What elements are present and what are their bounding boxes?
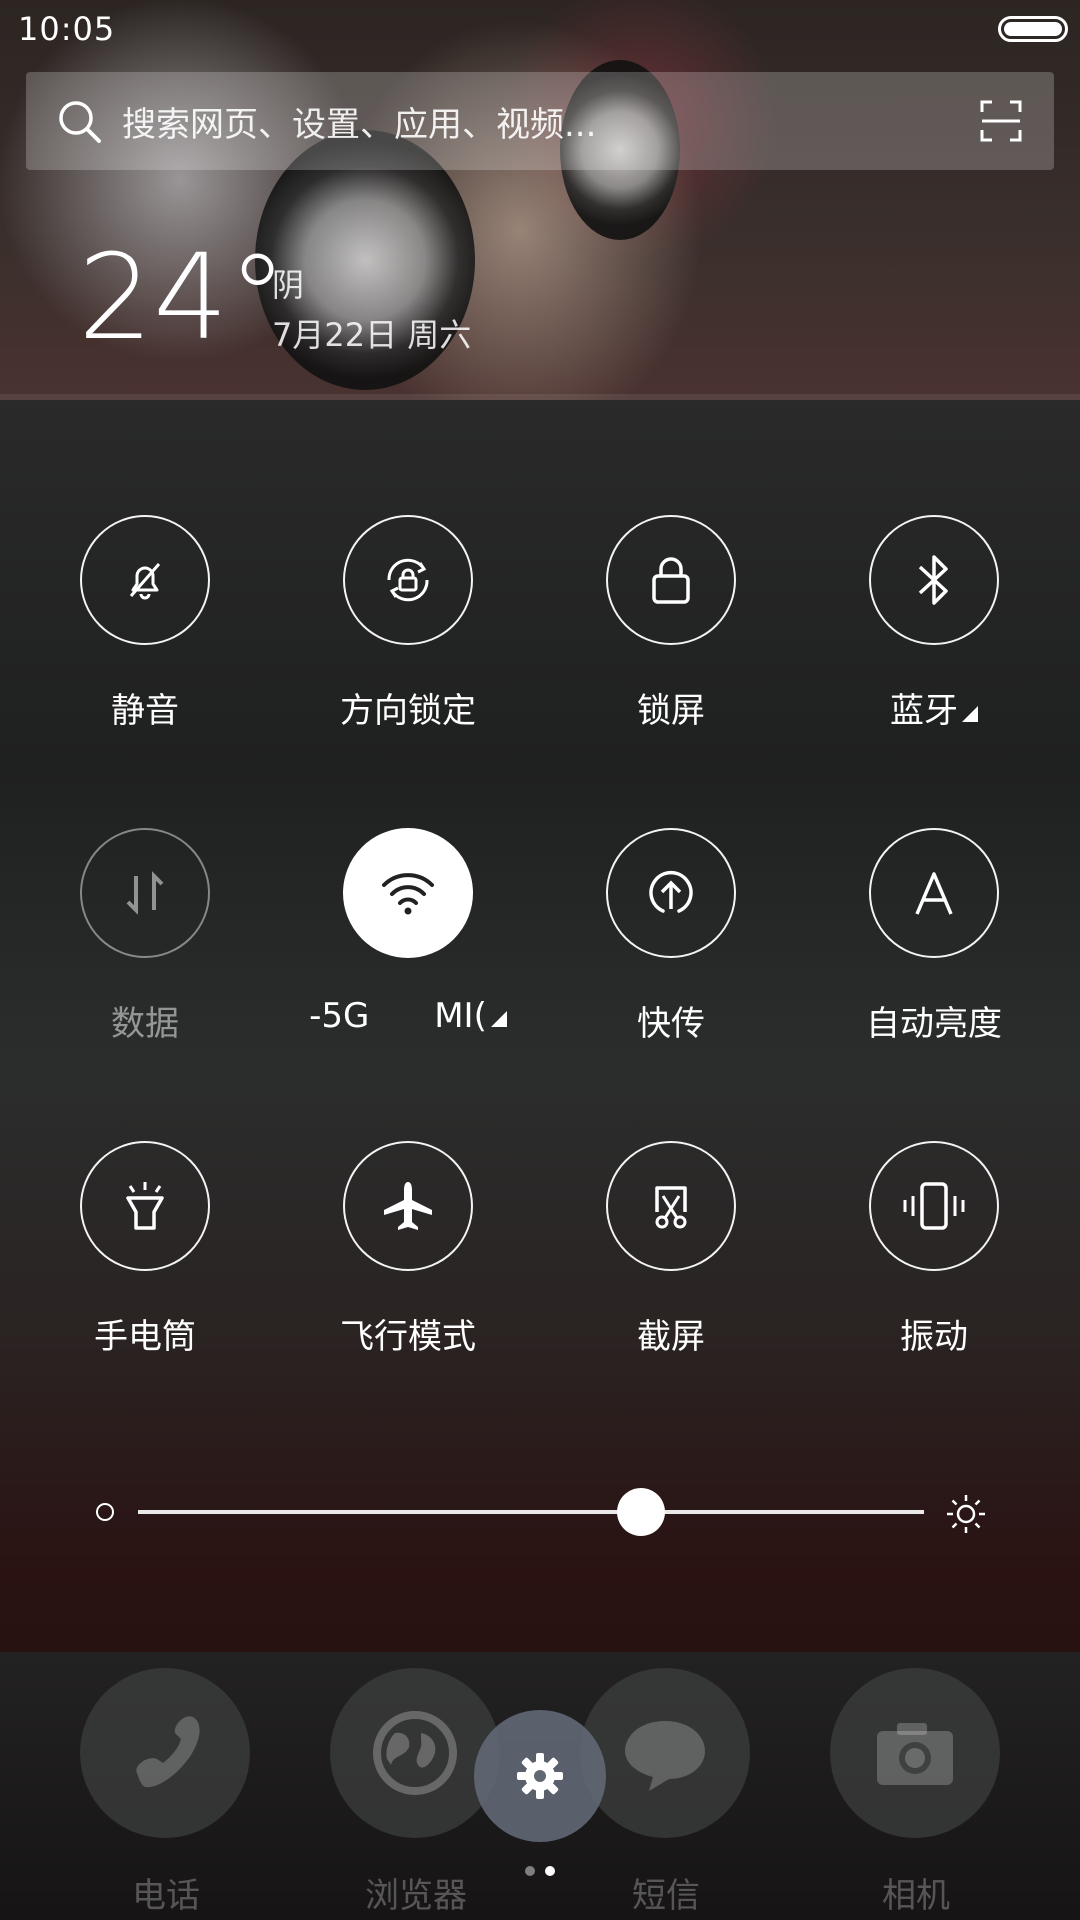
vibrate-icon — [869, 1141, 999, 1271]
toggle-label: 锁屏 — [637, 691, 705, 731]
auto-brightness-icon — [869, 828, 999, 958]
toggle-label: 手电筒 — [94, 1317, 196, 1357]
brightness-high-icon — [947, 1495, 985, 1533]
flashlight-icon — [80, 1141, 210, 1271]
brightness-slider-thumb[interactable] — [617, 1488, 666, 1536]
dock-app-camera[interactable]: 相机 — [816, 1668, 1016, 1916]
toggle-label: 飞行模式 — [340, 1317, 476, 1357]
brightness-low-icon — [96, 1503, 114, 1521]
toggle-airplane-mode[interactable]: 飞行模式 — [303, 1141, 513, 1361]
gear-icon — [517, 1753, 563, 1799]
settings-button[interactable] — [474, 1710, 606, 1842]
dock-app-label: 短信 — [632, 1876, 700, 1916]
dock-app-label: 电话 — [132, 1876, 200, 1916]
search-bar[interactable]: 搜索网页、设置、应用、视频... — [26, 72, 1054, 170]
quick-transfer-icon — [606, 828, 736, 958]
toggle-label: 快传 — [637, 1004, 705, 1044]
dock-app-phone[interactable]: 电话 — [66, 1668, 266, 1916]
message-icon — [580, 1668, 750, 1838]
dock-app-label: 浏览器 — [365, 1876, 467, 1916]
toggle-label: 方向锁定 — [340, 691, 476, 731]
toggle-label: 截屏 — [637, 1317, 705, 1357]
divider — [0, 394, 1080, 400]
toggle-label: 振动 — [900, 1317, 968, 1357]
toggle-label: 数据 — [111, 1004, 179, 1044]
page-dot — [525, 1866, 535, 1876]
camera-icon — [830, 1668, 1000, 1838]
toggle-vibrate[interactable]: 振动 — [829, 1141, 1039, 1361]
wifi-icon — [343, 828, 473, 958]
toggle-bluetooth[interactable]: 蓝牙 — [829, 515, 1039, 735]
mobile-data-icon — [80, 828, 210, 958]
weather-temperature[interactable]: 24° — [78, 238, 287, 356]
page-indicator — [525, 1866, 565, 1878]
toggle-label-wrap: -5G MI( — [283, 996, 533, 1036]
brightness-slider-track[interactable] — [138, 1510, 924, 1514]
battery-icon — [998, 16, 1068, 42]
screenshot-icon — [606, 1141, 736, 1271]
toggle-screenshot[interactable]: 截屏 — [566, 1141, 776, 1361]
toggle-rotation-lock[interactable]: 方向锁定 — [303, 515, 513, 735]
lock-icon — [606, 515, 736, 645]
toggle-label: 蓝牙 — [890, 691, 958, 731]
toggle-quick-transfer[interactable]: 快传 — [566, 828, 776, 1048]
scan-icon[interactable] — [980, 100, 1022, 142]
phone-icon — [80, 1668, 250, 1838]
toggle-flashlight[interactable]: 手电筒 — [40, 1141, 250, 1361]
toggle-label: 静音 — [111, 691, 179, 731]
toggle-silent[interactable]: 静音 — [40, 515, 250, 735]
bell-muted-icon — [80, 515, 210, 645]
toggle-wifi[interactable]: -5G MI( — [303, 828, 513, 1048]
toggle-label: -5G MI( — [309, 996, 487, 1036]
expand-triangle-icon[interactable] — [490, 1011, 507, 1027]
bluetooth-icon — [869, 515, 999, 645]
weather-condition: 阴 — [272, 266, 305, 304]
weather-date: 7月22日 周六 — [272, 316, 472, 354]
search-icon — [59, 101, 101, 143]
toggle-label-wrap: 蓝牙 — [809, 683, 1059, 732]
status-time: 10:05 — [18, 10, 116, 48]
dock-app-label: 相机 — [882, 1876, 950, 1916]
toggle-mobile-data[interactable]: 数据 — [40, 828, 250, 1048]
globe-icon — [330, 1668, 500, 1838]
toggle-label: 自动亮度 — [866, 1004, 1002, 1044]
page-dot-active — [545, 1866, 555, 1876]
toggle-lock-screen[interactable]: 锁屏 — [566, 515, 776, 735]
search-input[interactable]: 搜索网页、设置、应用、视频... — [122, 97, 980, 146]
rotation-lock-icon — [343, 515, 473, 645]
airplane-icon — [343, 1141, 473, 1271]
toggle-auto-brightness[interactable]: 自动亮度 — [829, 828, 1039, 1048]
expand-triangle-icon[interactable] — [962, 706, 978, 722]
